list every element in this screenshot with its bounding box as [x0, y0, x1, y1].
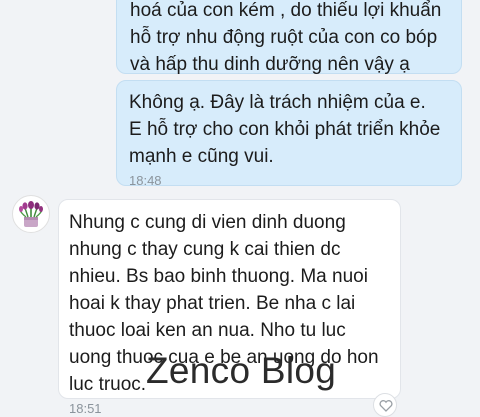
reaction-button[interactable]: [373, 393, 397, 417]
watermark: Zenco Blog: [146, 350, 337, 391]
message-timestamp: 18:51: [69, 401, 102, 416]
flower-bouquet-avatar-icon: [19, 201, 43, 227]
message-text-line: hoai k thay phat trien. Be nha c lai: [69, 293, 356, 314]
message-text-line: nhieu. Bs bao binh thuong. Ma nuoi: [69, 266, 368, 287]
message-text-line: hỗ trợ nhu động ruột của con co bóp: [130, 27, 438, 48]
message-text-line: Nhung c cung di vien dinh duong: [69, 212, 346, 233]
message-text-line: thuoc loai ken an nua. Nho tu luc: [69, 320, 346, 341]
avatar[interactable]: [12, 195, 50, 233]
message-text-line: E hỗ trợ cho con khỏi phát triển khỏe: [129, 119, 441, 140]
message-text-line: Không ạ. Đây là trách nhiệm của e.: [129, 92, 426, 113]
heart-icon: [379, 400, 393, 412]
outgoing-message-bubble[interactable]: Không ạ. Đây là trách nhiệm của e. E hỗ …: [116, 80, 462, 188]
message-text-line: nhung c thay cung k cai thien dc: [69, 239, 341, 260]
message-text-line: mạnh e cũng vui.: [129, 146, 274, 167]
message-text-line: và hấp thu dinh dưỡng nên vậy ạ: [130, 54, 410, 75]
outgoing-message-bubble[interactable]: hoá của con kém , do thiếu lợi khuẩn hỗ …: [116, 0, 462, 75]
message-text-line: hoá của con kém , do thiếu lợi khuẩn: [130, 0, 442, 21]
message-timestamp: 18:48: [129, 173, 162, 188]
